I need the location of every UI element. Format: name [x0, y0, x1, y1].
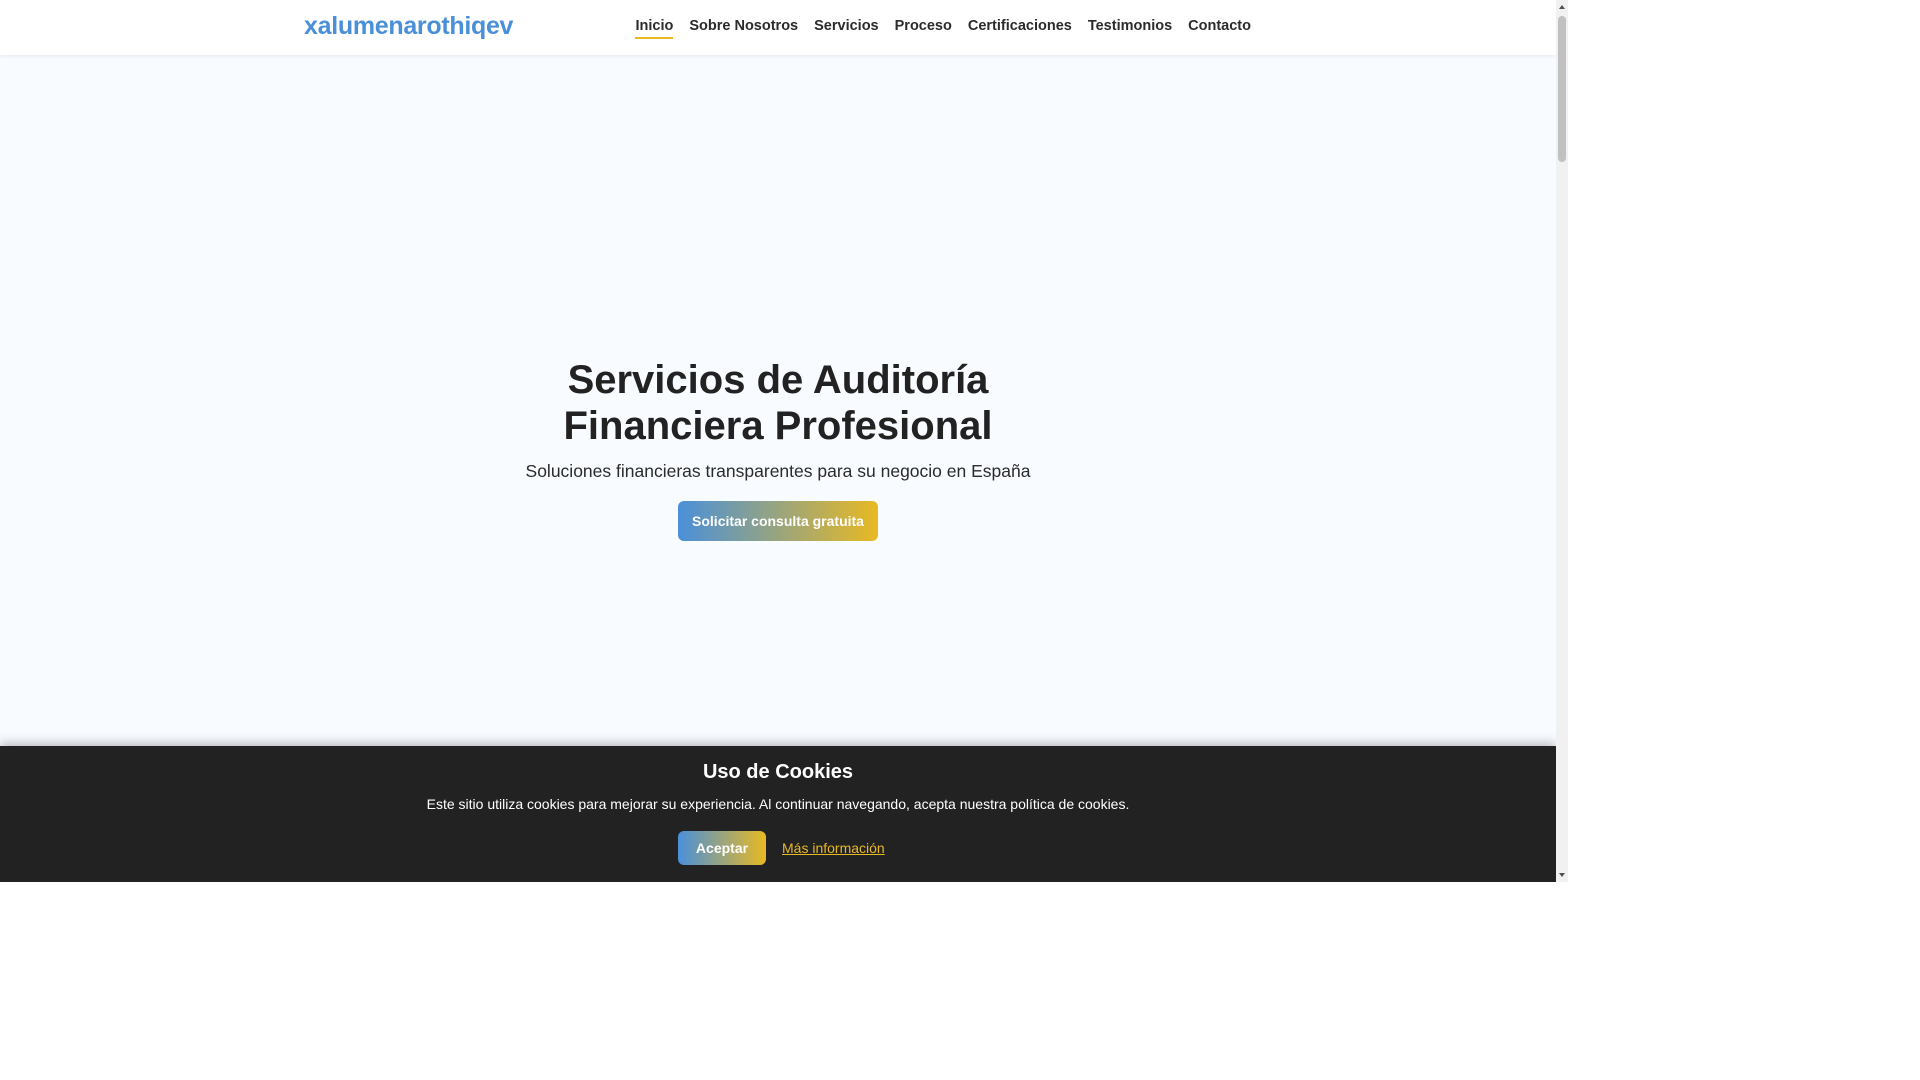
- cookie-banner-text: Este sitio utiliza cookies para mejorar …: [426, 796, 1130, 812]
- main-nav: Inicio Sobre Nosotros Servicios Proceso …: [635, 18, 1251, 39]
- hero-subtitle: Soluciones financieras transparentes par…: [525, 461, 1031, 481]
- scrollbar-thumb[interactable]: [1558, 16, 1566, 162]
- cookie-banner-title: Uso de Cookies: [702, 761, 854, 783]
- nav-item-proceso[interactable]: Proceso: [895, 18, 952, 39]
- cookie-banner: Uso de Cookies Este sitio utiliza cookie…: [0, 746, 1556, 882]
- hero-section: Servicios de Auditoría Financiera Profes…: [0, 55, 1556, 746]
- page: xalumenarothiqev Inicio Sobre Nosotros S…: [0, 0, 1568, 882]
- nav-item-contacto[interactable]: Contacto: [1188, 18, 1251, 39]
- accept-cookies-button[interactable]: Aceptar: [678, 831, 766, 865]
- nav-item-testimonios[interactable]: Testimonios: [1088, 18, 1172, 39]
- site-header: xalumenarothiqev Inicio Sobre Nosotros S…: [0, 0, 1556, 55]
- nav-item-inicio[interactable]: Inicio: [635, 18, 674, 39]
- site-logo[interactable]: xalumenarothiqev: [304, 12, 513, 41]
- scroll-down-arrow-icon[interactable]: [1559, 873, 1565, 877]
- vertical-scrollbar[interactable]: [1556, 0, 1568, 882]
- scroll-up-arrow-icon[interactable]: [1559, 5, 1565, 9]
- hero-title-line2: Financiera Profesional: [563, 404, 993, 448]
- hero-title: Servicios de Auditoría Financiera Profes…: [478, 357, 1078, 449]
- nav-item-servicios[interactable]: Servicios: [814, 18, 879, 39]
- hero-title-line1: Servicios de Auditoría: [567, 358, 989, 402]
- nav-item-sobre-nosotros[interactable]: Sobre Nosotros: [689, 18, 798, 39]
- cookie-more-info-link[interactable]: Más información: [782, 840, 885, 856]
- nav-item-certificaciones[interactable]: Certificaciones: [968, 18, 1072, 39]
- request-consultation-button[interactable]: Solicitar consulta gratuita: [678, 501, 878, 541]
